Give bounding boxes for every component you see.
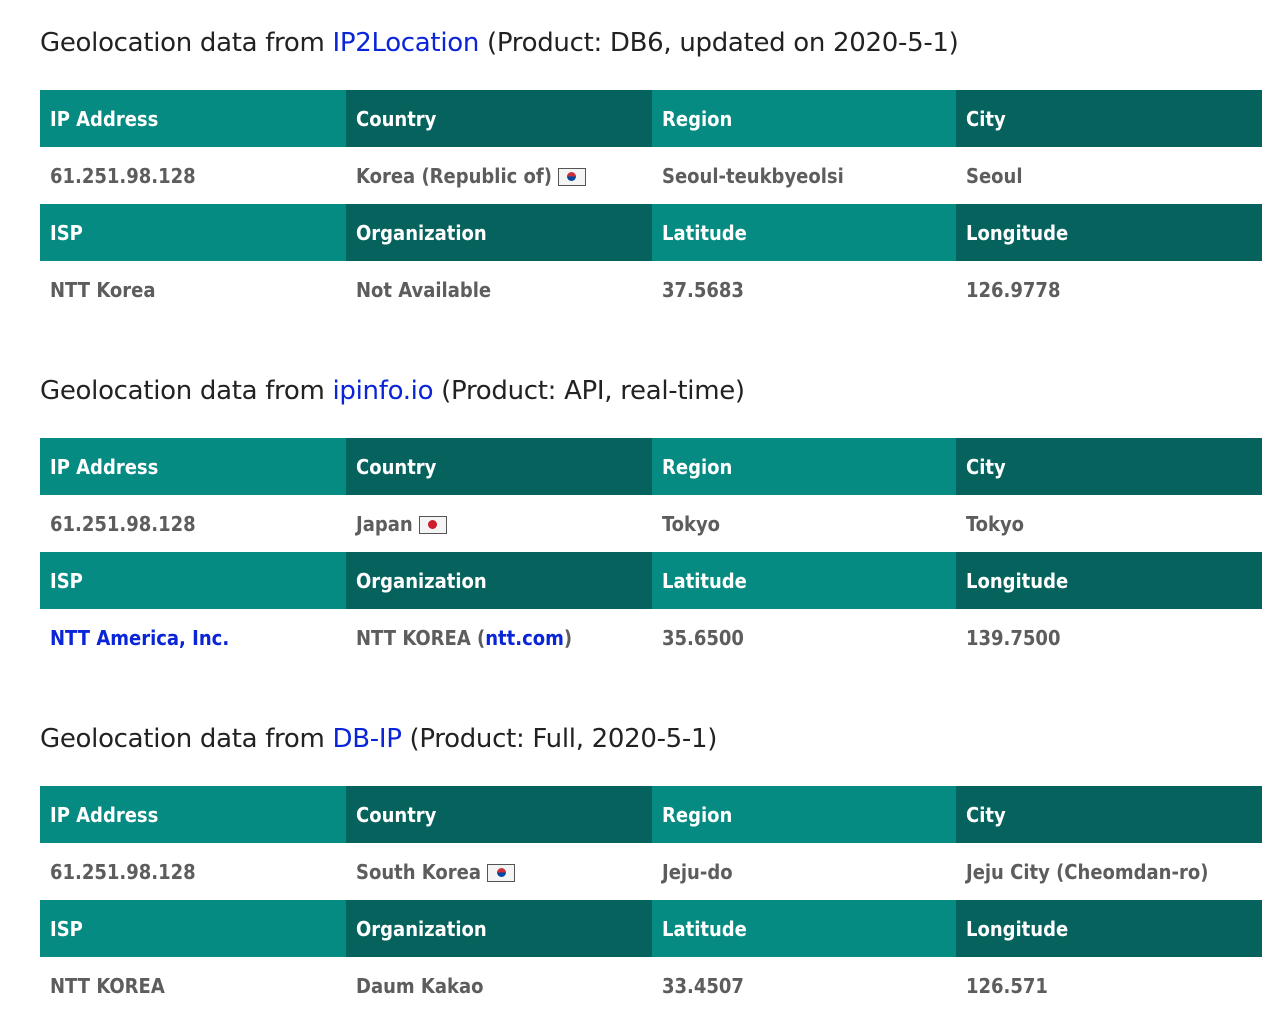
region-value: Jeju-do <box>652 843 956 900</box>
isp-value: NTT America, Inc. <box>40 609 346 666</box>
section-ip2location: Geolocation data from IP2Location (Produ… <box>40 0 1262 318</box>
header-region: Region <box>652 786 956 843</box>
header-region: Region <box>652 90 956 147</box>
header-isp: ISP <box>40 900 346 957</box>
isp-value: NTT Korea <box>40 261 346 318</box>
table-row: 61.251.98.128 South Korea Jeju-do Jeju C… <box>40 843 1262 900</box>
header-longitude: Longitude <box>956 204 1262 261</box>
header-row: ISP Organization Latitude Longitude <box>40 900 1262 957</box>
section-heading: Geolocation data from ipinfo.io (Product… <box>40 376 745 406</box>
header-organization: Organization <box>346 900 652 957</box>
longitude-value: 126.9778 <box>956 261 1262 318</box>
ip-address-value: 61.251.98.128 <box>40 147 346 204</box>
header-country: Country <box>346 438 652 495</box>
country-value: Japan <box>346 495 652 552</box>
ip2location-link[interactable]: IP2Location <box>332 28 479 58</box>
dbip-link[interactable]: DB-IP <box>332 724 401 754</box>
header-ip-address: IP Address <box>40 786 346 843</box>
latitude-value: 33.4507 <box>652 957 956 1014</box>
country-value: Korea (Republic of) <box>346 147 652 204</box>
header-organization: Organization <box>346 552 652 609</box>
latitude-value: 35.6500 <box>652 609 956 666</box>
header-row: ISP Organization Latitude Longitude <box>40 204 1262 261</box>
header-latitude: Latitude <box>652 552 956 609</box>
longitude-value: 139.7500 <box>956 609 1262 666</box>
organization-value: Daum Kakao <box>346 957 652 1014</box>
header-organization: Organization <box>346 204 652 261</box>
header-country: Country <box>346 90 652 147</box>
header-row: IP Address Country Region City <box>40 90 1262 147</box>
header-city: City <box>956 90 1262 147</box>
city-value: Jeju City (Cheomdan-ro) <box>956 843 1262 900</box>
isp-link[interactable]: NTT America, Inc. <box>50 626 229 650</box>
city-value: Tokyo <box>956 495 1262 552</box>
isp-value: NTT KOREA <box>40 957 346 1014</box>
section-heading: Geolocation data from DB-IP (Product: Fu… <box>40 724 718 754</box>
south-korea-flag-icon <box>557 167 586 186</box>
geolocation-table: IP Address Country Region City 61.251.98… <box>40 786 1262 1014</box>
header-longitude: Longitude <box>956 552 1262 609</box>
header-row: IP Address Country Region City <box>40 786 1262 843</box>
header-ip-address: IP Address <box>40 438 346 495</box>
header-isp: ISP <box>40 204 346 261</box>
header-isp: ISP <box>40 552 346 609</box>
japan-flag-icon <box>418 515 447 534</box>
table-row: NTT Korea Not Available 37.5683 126.9778 <box>40 261 1262 318</box>
ip-address-value: 61.251.98.128 <box>40 843 346 900</box>
table-row: NTT America, Inc. NTT KOREA (ntt.com) 35… <box>40 609 1262 666</box>
section-ipinfo: Geolocation data from ipinfo.io (Product… <box>40 318 1262 666</box>
ip-address-value: 61.251.98.128 <box>40 495 346 552</box>
organization-value: Not Available <box>346 261 652 318</box>
city-value: Seoul <box>956 147 1262 204</box>
header-row: ISP Organization Latitude Longitude <box>40 552 1262 609</box>
header-city: City <box>956 786 1262 843</box>
region-value: Seoul-teukbyeolsi <box>652 147 956 204</box>
organization-domain-link[interactable]: ntt.com <box>485 626 564 650</box>
header-country: Country <box>346 786 652 843</box>
header-longitude: Longitude <box>956 900 1262 957</box>
south-korea-flag-icon <box>487 863 515 882</box>
header-region: Region <box>652 438 956 495</box>
geolocation-table: IP Address Country Region City 61.251.98… <box>40 90 1262 318</box>
header-city: City <box>956 438 1262 495</box>
header-latitude: Latitude <box>652 204 956 261</box>
geolocation-page: Geolocation data from IP2Location (Produ… <box>0 0 1280 1014</box>
header-latitude: Latitude <box>652 900 956 957</box>
country-value: South Korea <box>346 843 652 900</box>
table-row: 61.251.98.128 Korea (Republic of) Seoul-… <box>40 147 1262 204</box>
header-row: IP Address Country Region City <box>40 438 1262 495</box>
table-row: NTT KOREA Daum Kakao 33.4507 126.571 <box>40 957 1262 1014</box>
section-dbip: Geolocation data from DB-IP (Product: Fu… <box>40 666 1262 1014</box>
header-ip-address: IP Address <box>40 90 346 147</box>
region-value: Tokyo <box>652 495 956 552</box>
table-row: 61.251.98.128 Japan Tokyo Tokyo <box>40 495 1262 552</box>
longitude-value: 126.571 <box>956 957 1262 1014</box>
latitude-value: 37.5683 <box>652 261 956 318</box>
geolocation-table: IP Address Country Region City 61.251.98… <box>40 438 1262 666</box>
section-heading: Geolocation data from IP2Location (Produ… <box>40 28 959 58</box>
ipinfo-link[interactable]: ipinfo.io <box>332 376 433 406</box>
organization-value: NTT KOREA (ntt.com) <box>346 609 652 666</box>
